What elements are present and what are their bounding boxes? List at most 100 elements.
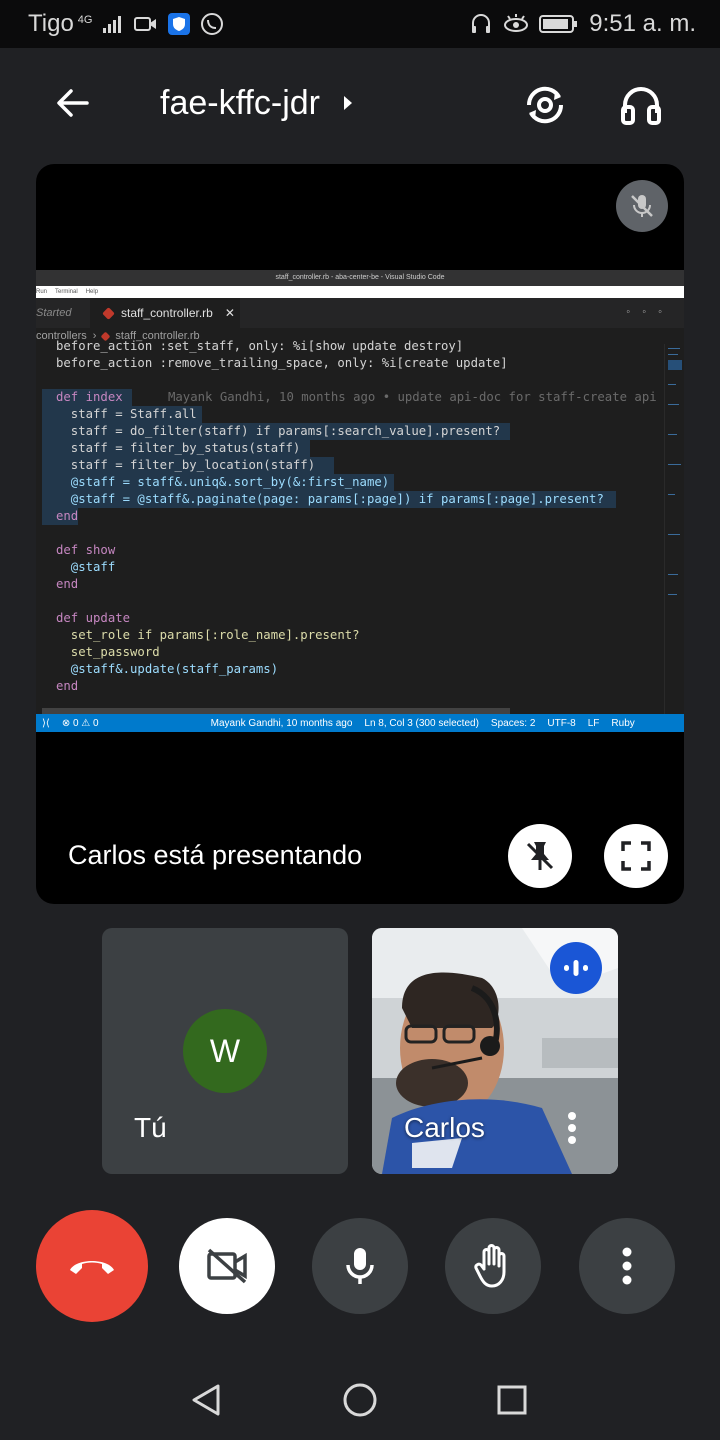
editor-menu-bar: Run Terminal Help: [36, 286, 684, 298]
end-call-icon: [70, 1261, 114, 1274]
carlos-participant-tile[interactable]: Carlos: [372, 928, 618, 1174]
minimap-line: [668, 574, 678, 575]
unpin-button[interactable]: [508, 824, 572, 888]
switch-camera-button[interactable]: [518, 78, 572, 132]
whatsapp-icon: [200, 12, 224, 36]
end-call-button[interactable]: [36, 1210, 148, 1322]
presenting-label: Carlos está presentando: [68, 840, 363, 870]
minimap-line: [668, 464, 681, 465]
editor-tabs: Started staff_controller.rb ✕ ◦◦◦: [36, 298, 684, 328]
minimap-line: [668, 434, 677, 435]
menu-item: Help: [85, 289, 99, 295]
audio-level-icon: [564, 960, 588, 976]
avatar: W: [183, 1009, 267, 1093]
presenter-muted-badge: [616, 180, 668, 232]
audio-output-button[interactable]: [614, 78, 668, 132]
carrier-label: Tigo: [28, 10, 74, 37]
camera-toggle-button[interactable]: [179, 1218, 275, 1314]
self-participant-tile[interactable]: W Tú: [102, 928, 348, 1174]
meeting-header: fae-kffc-jdr: [0, 48, 720, 160]
camera-switch-icon: [526, 86, 564, 124]
status-bar: Tigo 4G 9:51 a. m.: [0, 0, 720, 48]
mic-off-icon: [631, 195, 653, 217]
participant-options-button[interactable]: [562, 1104, 582, 1152]
cursor-position: Ln 8, Col 3 (300 selected): [364, 717, 479, 729]
mic-toggle-button[interactable]: [312, 1218, 408, 1314]
mic-icon: [346, 1248, 374, 1284]
code-area: before_action :set_staff, only: %i[show …: [36, 339, 664, 702]
video-notification-icon: [134, 14, 158, 34]
indent-setting: Spaces: 2: [490, 717, 536, 729]
shield-notification-icon: [168, 13, 191, 35]
square-recents-icon: [497, 1385, 527, 1415]
git-blame-status: Mayank Gandhi, 10 months ago: [210, 717, 353, 729]
network-type: 4G: [77, 14, 93, 26]
code-line: @staff = staff&.uniq&.sort_by(&:first_na…: [56, 475, 390, 489]
shared-screen: staff_controller.rb - aba-center-be - Vi…: [36, 270, 684, 732]
minimap-line: [668, 384, 676, 385]
blame-annotation: Mayank Gandhi, 10 months ago • update ap…: [168, 390, 657, 404]
minimap-line: [668, 348, 680, 349]
participant-name: Tú: [134, 1112, 167, 1143]
hand-icon: [474, 1244, 506, 1288]
problems-count: ⊗ 0 ⚠ 0: [61, 717, 99, 729]
code-line: @staff&.update(staff_params): [56, 662, 279, 676]
language-mode: Ruby: [611, 717, 635, 729]
back-button[interactable]: [48, 78, 98, 128]
editor-tab-label: staff_controller.rb: [121, 306, 213, 320]
code-line: before_action :set_staff, only: %i[show …: [56, 339, 464, 353]
meeting-info-button[interactable]: fae-kffc-jdr: [160, 80, 354, 126]
minimap-line: [668, 534, 680, 535]
minimap-line: [668, 354, 678, 355]
editor-minimap: [664, 344, 684, 714]
eol-setting: LF: [587, 717, 600, 729]
code-line: set_role if params[:role_name].present?: [56, 628, 360, 642]
code-line: def update: [56, 611, 131, 625]
code-line: staff = filter_by_status(staff): [56, 441, 301, 455]
meeting-code: fae-kffc-jdr: [160, 83, 320, 122]
encoding-setting: UTF-8: [547, 717, 576, 729]
pin-off-icon: [526, 842, 554, 870]
minimap-line: [668, 594, 677, 595]
fullscreen-button[interactable]: [604, 824, 668, 888]
raise-hand-button[interactable]: [445, 1218, 541, 1314]
code-line: end: [56, 577, 79, 591]
eye-comfort-icon: [503, 13, 529, 35]
editor-window-title: staff_controller.rb - aba-center-be - Vi…: [36, 270, 684, 286]
editor-tab-actions-icon: ◦◦◦: [626, 306, 674, 318]
code-line: before_action :remove_trailing_space, on…: [56, 356, 508, 370]
code-line: end: [56, 679, 79, 693]
more-options-button[interactable]: [579, 1218, 675, 1314]
system-nav-bar: [0, 1350, 720, 1440]
fullscreen-icon: [621, 841, 651, 871]
code-line: end: [56, 509, 79, 523]
more-vert-icon: [568, 1112, 576, 1120]
nav-home-button[interactable]: [340, 1380, 380, 1420]
participant-name: Carlos: [404, 1112, 485, 1143]
nav-recents-button[interactable]: [492, 1380, 532, 1420]
code-line: staff = filter_by_location(staff): [56, 458, 316, 472]
chevron-right-icon: [343, 96, 352, 110]
more-vert-dot: [568, 1124, 576, 1132]
minimap-line: [668, 404, 679, 405]
headphones-icon: [621, 87, 661, 125]
signal-icon: [102, 14, 124, 34]
code-line: def index: [56, 390, 123, 404]
presentation-tile[interactable]: staff_controller.rb - aba-center-be - Vi…: [36, 164, 684, 904]
call-controls: [0, 1208, 720, 1324]
tab-close-icon: ✕: [224, 306, 235, 320]
clock: 9:51 a. m.: [589, 10, 696, 37]
code-line: def show: [56, 543, 116, 557]
camera-off-icon: [207, 1248, 247, 1284]
menu-item: Terminal: [55, 289, 78, 295]
speaking-indicator: [550, 942, 602, 994]
code-line: @staff: [56, 560, 116, 574]
minimap-line: [668, 360, 682, 370]
code-line: @staff = @staff&.paginate(page: params[:…: [56, 492, 604, 506]
minimap-line: [668, 494, 675, 495]
nav-back-button[interactable]: [186, 1380, 226, 1420]
editor-status-bar: ⟩⟨ ⊗ 0 ⚠ 0 Mayank Gandhi, 10 months ago …: [36, 714, 684, 732]
code-line: set_password: [56, 645, 160, 659]
editor-tab-active: staff_controller.rb ✕: [90, 298, 240, 328]
remote-icon: ⟩⟨: [42, 717, 50, 729]
